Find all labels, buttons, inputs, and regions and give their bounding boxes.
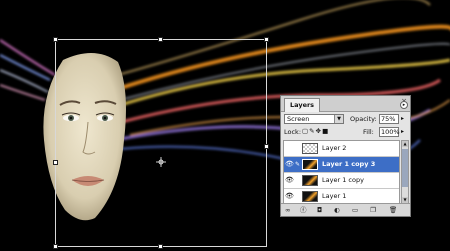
blend-mode-value: Screen	[287, 115, 310, 123]
transform-handle-bottom-center[interactable]	[158, 244, 163, 249]
layers-panel-footer: ∞ ⓕ ◘ ◐ ▭ ❐ 🗑	[281, 203, 410, 216]
trash-icon[interactable]: 🗑	[389, 206, 397, 214]
opacity-field[interactable]: 75%	[379, 114, 399, 124]
layer-thumbnail	[302, 159, 318, 170]
transform-handle-top-left[interactable]	[53, 37, 58, 42]
layer-row-layer-1[interactable]: 👁 Layer 1	[284, 189, 399, 203]
layer-name: Layer 1	[322, 192, 347, 200]
panel-tab-bar: Layers ×	[281, 96, 410, 112]
lock-fill-row: Lock: ▢✎✥■ Fill: 100% ▸	[284, 127, 407, 137]
layers-panel: Layers × ▸ Screen ▼ Opacity: 75% ▸ Lock:…	[280, 95, 411, 217]
transform-handle-top-center[interactable]	[158, 37, 163, 42]
eye-icon[interactable]: 👁	[285, 160, 294, 169]
transform-handle-middle-left[interactable]	[53, 160, 58, 165]
layer-name: Layer 1 copy 3	[322, 160, 376, 168]
brush-icon: ✎	[295, 161, 301, 168]
document-canvas[interactable]: Layers × ▸ Screen ▼ Opacity: 75% ▸ Lock:…	[0, 0, 450, 251]
opacity-label: Opacity:	[350, 115, 377, 123]
blend-opacity-row: Screen ▼ Opacity: 75% ▸	[284, 114, 407, 124]
lock-all-icon[interactable]: ■	[322, 127, 329, 135]
transform-handle-bottom-left[interactable]	[53, 244, 58, 249]
mask-icon[interactable]: ◘	[317, 206, 322, 214]
blend-mode-select[interactable]: Screen ▼	[284, 114, 344, 124]
layer-row-layer-2[interactable]: Layer 2	[284, 141, 399, 157]
panel-menu-icon[interactable]: ▸	[400, 101, 408, 109]
layer-name: Layer 2	[322, 144, 347, 152]
layer-thumbnail	[302, 175, 318, 186]
transform-handle-top-right[interactable]	[264, 37, 269, 42]
scroll-up-icon[interactable]: ▲	[402, 141, 408, 147]
tab-layers[interactable]: Layers	[284, 98, 321, 112]
layer-row-layer-1-copy-3[interactable]: 👁 ✎ Layer 1 copy 3	[284, 157, 399, 173]
scroll-thumb[interactable]	[402, 149, 408, 187]
folder-icon[interactable]: ▭	[352, 206, 358, 214]
crosshair-icon	[156, 157, 166, 167]
eye-icon[interactable]: 👁	[285, 176, 294, 185]
fx-icon[interactable]: ⓕ	[300, 206, 307, 214]
new-layer-icon[interactable]: ❐	[370, 206, 376, 214]
chevron-down-icon[interactable]: ▼	[334, 115, 343, 123]
visibility-off-icon[interactable]	[285, 144, 294, 153]
layer-list-scrollbar[interactable]: ▲ ▼	[401, 140, 409, 204]
layer-thumbnail	[302, 191, 318, 202]
layer-thumbnail	[302, 143, 318, 154]
opacity-slider-arrow-icon[interactable]: ▸	[401, 115, 404, 122]
link-icon[interactable]: ∞	[285, 206, 290, 214]
lock-options: ▢✎✥■	[302, 127, 329, 136]
layer-list: Layer 2 👁 ✎ Layer 1 copy 3 👁 Layer 1 cop…	[283, 140, 400, 204]
adjustment-icon[interactable]: ◐	[334, 206, 340, 214]
fill-label: Fill:	[363, 128, 374, 136]
fill-slider-arrow-icon[interactable]: ▸	[401, 128, 404, 135]
left-light-streaks	[0, 39, 56, 101]
layer-row-layer-1-copy[interactable]: 👁 Layer 1 copy	[284, 173, 399, 189]
layer-name: Layer 1 copy	[322, 176, 364, 184]
fill-field[interactable]: 100%	[379, 127, 400, 137]
eye-icon[interactable]: 👁	[285, 192, 294, 201]
lock-label: Lock:	[284, 128, 302, 136]
transform-handle-middle-right[interactable]	[264, 144, 269, 149]
